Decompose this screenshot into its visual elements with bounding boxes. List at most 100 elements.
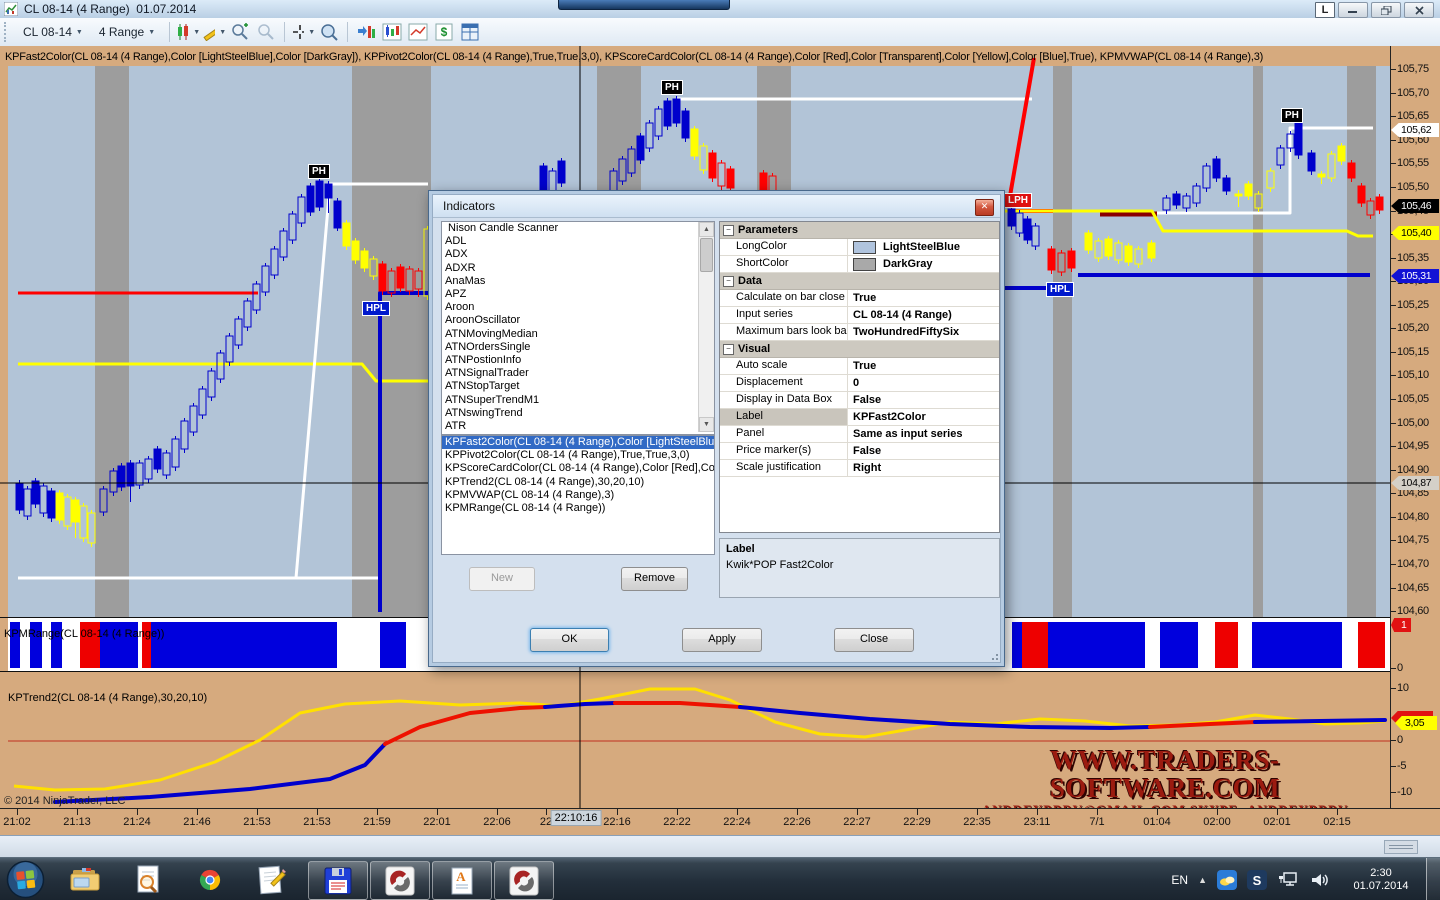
data-box-button[interactable] (317, 21, 341, 43)
bars-panel-button[interactable] (380, 21, 404, 43)
new-button[interactable]: New (469, 567, 535, 591)
task-ninjatrader2-app[interactable] (494, 861, 554, 900)
scrollbar-thumb[interactable] (700, 238, 713, 272)
property-value[interactable]: True (848, 358, 999, 374)
dialog-resize-grip[interactable] (988, 650, 998, 660)
task-floppy-app[interactable] (308, 861, 368, 900)
property-value[interactable]: False (848, 392, 999, 408)
indicator-list-item[interactable]: ATNPostionInfo (442, 354, 714, 367)
properties-grid[interactable]: −ParametersLongColorLightSteelBlueShortC… (719, 221, 1000, 533)
indicator-list-item[interactable]: APZ (442, 288, 714, 301)
configured-indicator-item[interactable]: KPMRange(CL 08-14 (4 Range)) (442, 502, 714, 515)
property-row[interactable]: Price marker(s)False (720, 443, 999, 460)
property-group-row[interactable]: −Parameters (720, 222, 999, 239)
property-value[interactable]: KPFast2Color (848, 409, 999, 425)
scroll-down-icon[interactable]: ▼ (699, 417, 714, 432)
indicator-list-item[interactable]: AnaMas (442, 275, 714, 288)
dialog-close-icon[interactable]: ✕ (975, 199, 994, 216)
restore-button[interactable] (1371, 2, 1401, 18)
notepad-icon[interactable] (252, 863, 292, 897)
time-axis[interactable]: 21:0221:1321:2421:4621:5321:5321:5922:01… (0, 808, 1440, 836)
task-document-app[interactable]: A (432, 861, 492, 900)
tray-cloud-icon[interactable] (1217, 870, 1237, 890)
background-window-tab[interactable] (558, 0, 730, 10)
indicator-list-item[interactable]: ATNMovingMedian (442, 328, 714, 341)
language-indicator[interactable]: EN (1171, 873, 1188, 887)
property-value[interactable]: LightSteelBlue (848, 239, 999, 255)
color-swatch[interactable] (853, 241, 876, 254)
property-row[interactable]: LongColorLightSteelBlue (720, 239, 999, 256)
property-row[interactable]: Calculate on bar closeTrue (720, 290, 999, 307)
start-button[interactable] (6, 860, 45, 899)
indicator-list-item[interactable]: ATNOrdersSingle (442, 341, 714, 354)
property-value[interactable]: CL 08-14 (4 Range) (848, 307, 999, 323)
collapse-icon[interactable]: − (723, 344, 734, 355)
property-row[interactable]: Display in Data BoxFalse (720, 392, 999, 409)
chrome-icon[interactable] (190, 863, 230, 897)
search-icon[interactable] (128, 863, 168, 897)
draw-tool-button[interactable]: ▼ (202, 21, 226, 43)
collapse-icon[interactable]: − (723, 225, 734, 236)
remove-button[interactable]: Remove (621, 567, 688, 591)
explorer-icon[interactable] (66, 863, 106, 897)
chart-trader-button[interactable] (354, 21, 378, 43)
available-indicators-list[interactable]: Nison Candle ScannerADLADXADXRAnaMasAPZA… (441, 221, 715, 435)
property-value[interactable]: True (848, 290, 999, 306)
indicator-list-item[interactable]: ATNSuperTrendM1 (442, 394, 714, 407)
close-button[interactable] (1404, 2, 1434, 18)
tray-volume-icon[interactable] (1309, 870, 1331, 890)
property-row[interactable]: Auto scaleTrue (720, 358, 999, 375)
indicator-list-item[interactable]: Nison Candle Scanner (442, 222, 714, 235)
property-value[interactable]: TwoHundredFiftySix (848, 324, 999, 340)
configured-indicator-item[interactable]: KPTrend2(CL 08-14 (4 Range),30,20,10) (442, 476, 714, 489)
color-swatch[interactable] (853, 258, 876, 271)
property-row[interactable]: Displacement0 (720, 375, 999, 392)
indicator-list-item[interactable]: ADL (442, 235, 714, 248)
account-values-button[interactable]: $ (432, 21, 456, 43)
show-desktop-button[interactable] (1426, 858, 1440, 900)
property-value[interactable]: 0 (848, 375, 999, 391)
indicator-list-item[interactable]: AroonOscillator (442, 314, 714, 327)
configured-indicator-item[interactable]: KPMVWAP(CL 08-14 (4 Range),3) (442, 489, 714, 502)
tray-skype-icon[interactable]: S (1247, 870, 1267, 890)
indicator-list-item[interactable]: ATNswingTrend (442, 407, 714, 420)
price-axis[interactable]: 105,75105,70105,65105,60105,55105,50105,… (1390, 46, 1440, 808)
property-value[interactable]: Right (848, 460, 999, 476)
minimize-button[interactable] (1338, 2, 1368, 18)
grid-settings-button[interactable] (458, 21, 482, 43)
apply-button[interactable]: Apply (682, 628, 762, 652)
toolbar-grip[interactable] (4, 22, 10, 42)
property-group-row[interactable]: −Data (720, 273, 999, 290)
tray-network-icon[interactable] (1277, 870, 1299, 890)
property-row[interactable]: PanelSame as input series (720, 426, 999, 443)
chart-properties-button[interactable] (406, 21, 430, 43)
tray-chevron-icon[interactable]: ▲ (1198, 875, 1207, 885)
configured-indicators-list[interactable]: KPFast2Color(CL 08-14 (4 Range),Color [L… (441, 435, 715, 555)
close-dialog-button[interactable]: Close (834, 628, 914, 652)
configured-indicator-item[interactable]: KPFast2Color(CL 08-14 (4 Range),Color [L… (442, 436, 714, 449)
zoom-in-button[interactable] (228, 21, 252, 43)
dialog-titlebar[interactable]: Indicators ✕ (433, 195, 1000, 218)
property-row[interactable]: Input seriesCL 08-14 (4 Range) (720, 307, 999, 324)
scroll-grip[interactable] (1384, 840, 1418, 854)
property-row[interactable]: Maximum bars look bacTwoHundredFiftySix (720, 324, 999, 341)
collapse-icon[interactable]: − (723, 276, 734, 287)
period-selector[interactable]: 4 Range▼ (92, 22, 162, 42)
instrument-selector[interactable]: CL 08-14▼ (16, 22, 90, 42)
indicator-list-item[interactable]: ATNStopTarget (442, 380, 714, 393)
property-value[interactable]: False (848, 443, 999, 459)
property-row[interactable]: Scale justificationRight (720, 460, 999, 477)
property-value[interactable]: Same as input series (848, 426, 999, 442)
indicator-list-item[interactable]: ADX (442, 248, 714, 261)
property-row[interactable]: LabelKPFast2Color (720, 409, 999, 426)
indicator-list-item[interactable]: ATNSignalTrader (442, 367, 714, 380)
tray-clock[interactable]: 2:30 01.07.2014 (1344, 867, 1418, 893)
task-ninjatrader-app[interactable] (370, 861, 430, 900)
indicator-list-item[interactable]: ATR (442, 420, 714, 433)
cursor-crosshair-button[interactable]: ▼ (291, 21, 315, 43)
property-group-row[interactable]: −Visual (720, 341, 999, 358)
indicator-list-item[interactable]: Aroon (442, 301, 714, 314)
chart-style-button[interactable]: ▼ (176, 21, 200, 43)
lock-button[interactable]: L (1315, 2, 1335, 18)
scroll-up-icon[interactable]: ▲ (699, 222, 714, 237)
